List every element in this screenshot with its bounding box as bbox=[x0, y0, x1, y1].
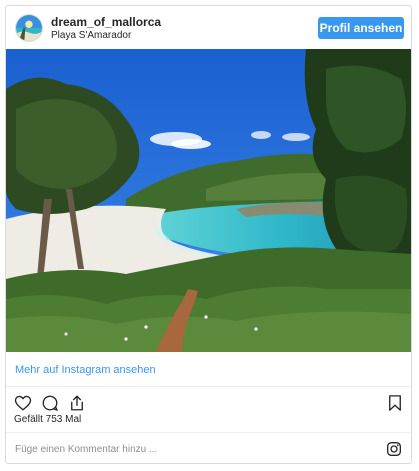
avatar[interactable] bbox=[15, 14, 43, 42]
bookmark-icon[interactable] bbox=[386, 394, 404, 412]
avatar-image bbox=[16, 15, 42, 41]
action-bar bbox=[6, 387, 411, 415]
instagram-icon[interactable] bbox=[386, 441, 402, 457]
likes-count[interactable]: Gefällt 753 Mal bbox=[14, 414, 81, 426]
instagram-embed-card: dream_of_mallorca Playa S'Amarador Profi… bbox=[5, 5, 412, 464]
heart-icon[interactable] bbox=[14, 394, 32, 412]
post-photo[interactable] bbox=[6, 49, 411, 352]
comment-input[interactable] bbox=[15, 442, 355, 456]
share-icon[interactable] bbox=[68, 394, 86, 412]
beach-photo bbox=[6, 49, 411, 352]
location-label[interactable]: Playa S'Amarador bbox=[51, 30, 131, 42]
username[interactable]: dream_of_mallorca bbox=[51, 15, 161, 29]
more-on-instagram-section: Mehr auf Instagram ansehen bbox=[6, 352, 411, 387]
more-on-instagram-link[interactable]: Mehr auf Instagram ansehen bbox=[15, 364, 156, 377]
post-header: dream_of_mallorca Playa S'Amarador Profi… bbox=[6, 6, 411, 50]
comment-icon[interactable] bbox=[41, 394, 59, 412]
comment-bar bbox=[6, 432, 411, 463]
view-profile-button[interactable]: Profil ansehen bbox=[318, 17, 404, 39]
